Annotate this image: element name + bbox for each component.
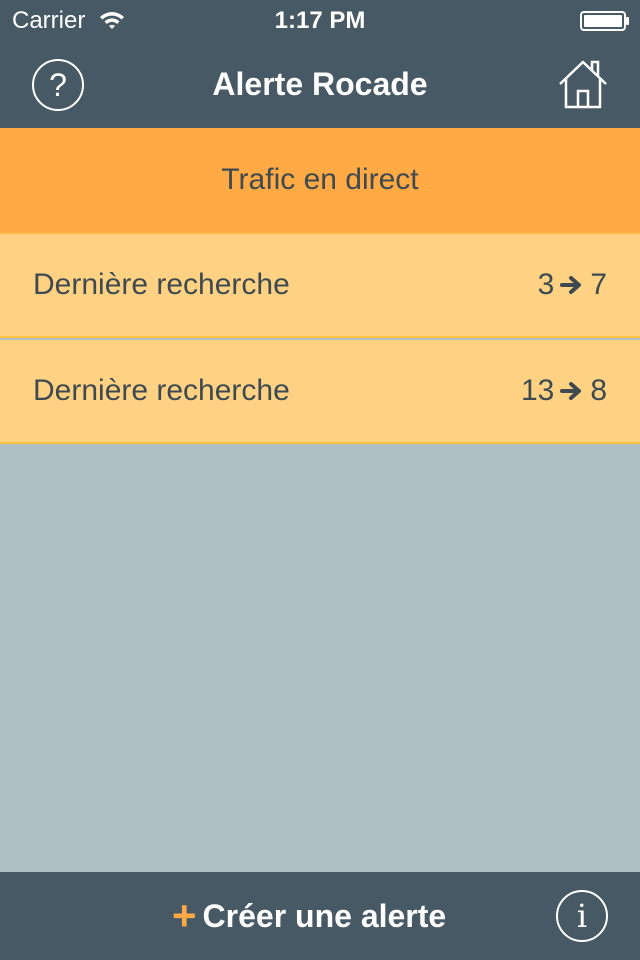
route-to: 7 bbox=[590, 268, 607, 301]
create-alert-button[interactable]: + Créer une alerte bbox=[172, 892, 447, 939]
route-from: 3 bbox=[537, 268, 555, 301]
recent-search-row[interactable]: Dernière recherche 3 7 bbox=[0, 234, 640, 338]
live-traffic-label: Trafic en direct bbox=[221, 163, 419, 196]
live-traffic-button[interactable]: Trafic en direct bbox=[0, 128, 640, 234]
status-bar: Carrier 1:17 PM bbox=[0, 0, 640, 40]
nav-bar: ? Alerte Rocade bbox=[0, 40, 640, 128]
route-from: 13 bbox=[520, 374, 555, 407]
battery-icon bbox=[580, 11, 629, 31]
recent-search-label: Dernière recherche bbox=[33, 268, 290, 301]
recent-search-label: Dernière recherche bbox=[33, 374, 290, 407]
route-exits: 3 7 bbox=[538, 268, 607, 302]
app-header: Carrier 1:17 PM ? Alerte Rocade bbox=[0, 0, 640, 128]
route-exits: 13 8 bbox=[521, 374, 607, 408]
page-title: Alerte Rocade bbox=[212, 66, 428, 102]
arrow-right-icon bbox=[560, 276, 582, 294]
route-to: 8 bbox=[590, 374, 607, 407]
create-alert-label: Créer une alerte bbox=[202, 897, 447, 934]
info-button[interactable]: i bbox=[556, 890, 608, 942]
home-icon[interactable] bbox=[556, 57, 610, 111]
recent-search-row[interactable]: Dernière recherche 13 8 bbox=[0, 340, 640, 444]
status-time: 1:17 PM bbox=[274, 7, 366, 34]
bottom-toolbar: + Créer une alerte i bbox=[0, 872, 640, 960]
arrow-right-icon bbox=[560, 382, 582, 400]
plus-icon: + bbox=[172, 892, 197, 939]
